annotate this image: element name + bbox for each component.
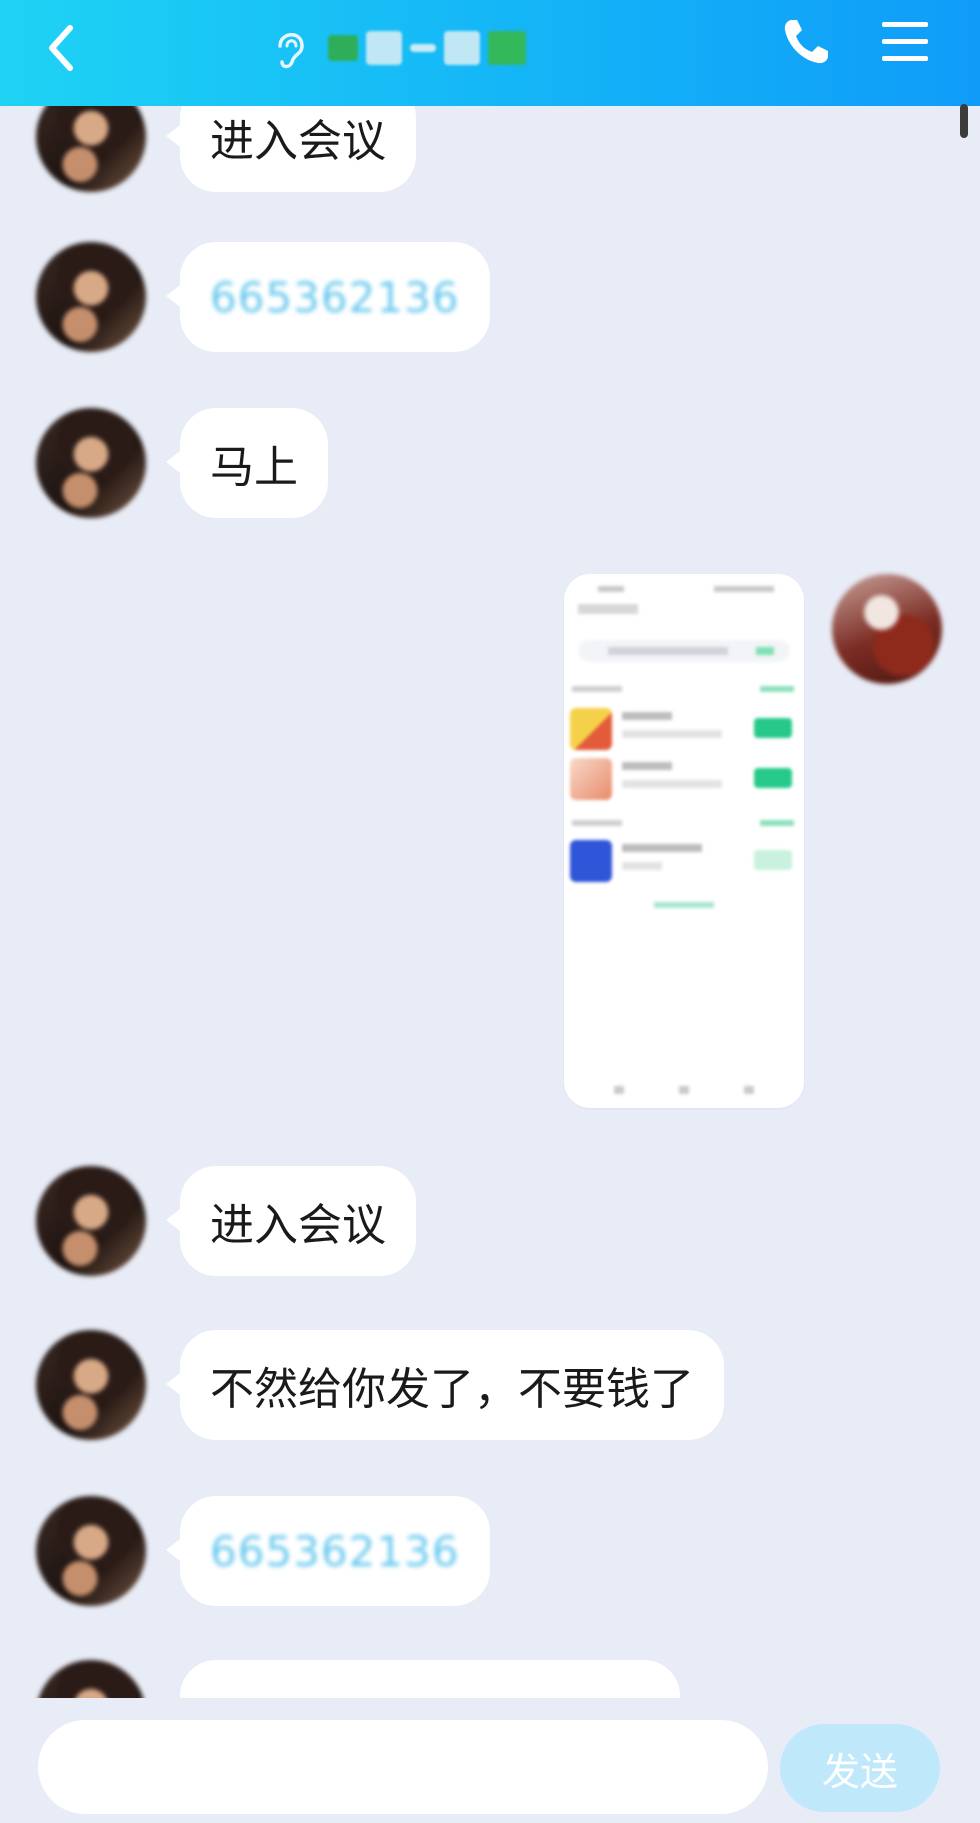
ear-icon: [278, 33, 304, 69]
message-bubble[interactable]: 进入会议: [166, 1166, 416, 1276]
phone-icon: [784, 20, 828, 64]
contact-avatar[interactable]: [36, 1496, 146, 1606]
scrollbar[interactable]: [960, 104, 968, 138]
contact-avatar[interactable]: [36, 242, 146, 352]
message-bubble[interactable]: 不然给你发了，不要钱了: [166, 1330, 724, 1440]
contact-avatar[interactable]: [36, 1166, 146, 1276]
chat-title-area[interactable]: [270, 18, 600, 78]
contact-avatar[interactable]: [36, 1330, 146, 1440]
chat-header: [0, 0, 980, 106]
back-button[interactable]: [34, 18, 94, 78]
my-avatar[interactable]: [832, 574, 942, 684]
message-bubble[interactable]: [180, 1660, 680, 1698]
message-bubble[interactable]: 马上: [166, 408, 328, 518]
screenshot-image-message[interactable]: [564, 574, 804, 1108]
menu-button[interactable]: [878, 14, 934, 70]
contact-avatar[interactable]: [36, 408, 146, 518]
contact-name: [328, 26, 526, 70]
contact-avatar[interactable]: [36, 1660, 146, 1698]
message-input[interactable]: [38, 1720, 768, 1814]
contact-avatar[interactable]: [36, 106, 146, 192]
meeting-id-link[interactable]: 665362136: [210, 1527, 460, 1576]
message-bubble[interactable]: 进入会议: [166, 106, 416, 192]
message-link-bubble[interactable]: 665362136: [166, 1496, 490, 1606]
menu-icon: [882, 22, 928, 61]
meeting-id-link[interactable]: 665362136: [210, 273, 460, 322]
message-link-bubble[interactable]: 665362136: [166, 242, 490, 352]
message-list[interactable]: 进入会议 665362136 马上 进入会议 不然给你发了，不要钱了 66536…: [0, 106, 980, 1698]
composer-bar: 发送: [0, 1698, 980, 1823]
chevron-left-icon: [49, 25, 73, 71]
voice-call-button[interactable]: [778, 14, 834, 70]
send-button[interactable]: 发送: [780, 1724, 940, 1812]
